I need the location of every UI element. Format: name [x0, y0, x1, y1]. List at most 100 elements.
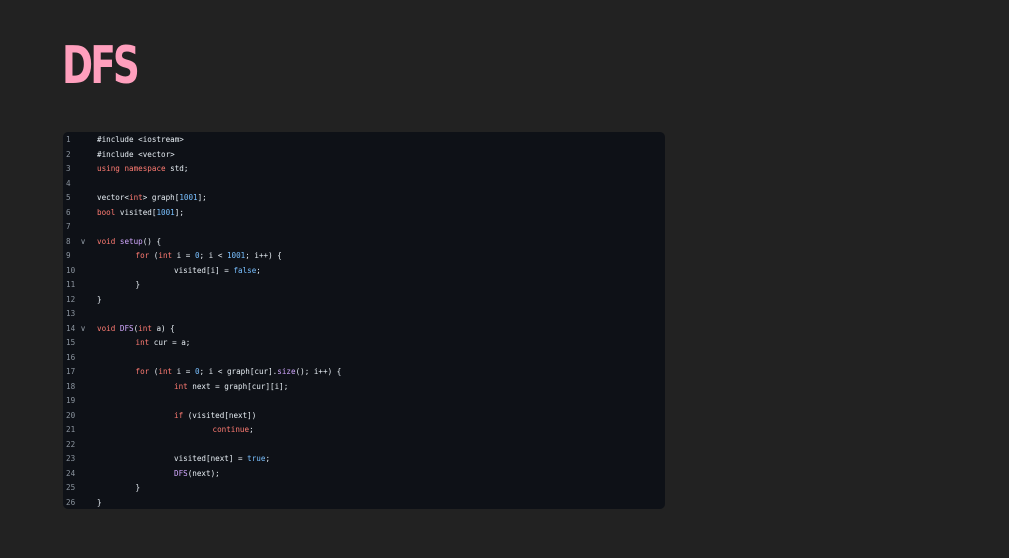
code-text: } [97, 293, 657, 308]
line-number: 4 [66, 178, 71, 188]
line-number: 13 [66, 309, 76, 319]
code-token-keyword: for [135, 367, 150, 377]
code-token-keyword: if [174, 410, 184, 420]
line-number: 12 [66, 294, 76, 304]
code-token-plain: #include <iostream> [97, 135, 184, 144]
code-line: 25} [63, 481, 665, 496]
line-number: 22 [66, 439, 76, 449]
code-token-plain: #include <vector> [97, 149, 175, 159]
code-text: for (int i = 0; i < graph[cur].size(); i… [97, 365, 657, 380]
code-line: 2 #include <vector> [63, 148, 665, 163]
code-token-plain: ; i < graph[cur]. [199, 367, 278, 377]
code-token-plain: visited[ [115, 207, 157, 217]
code-token-plain: ; [256, 265, 261, 275]
line-number: 9 [66, 251, 71, 261]
line-number: 1 [66, 135, 71, 144]
code-line: 8 ∨ void setup() { [63, 235, 665, 250]
code-token-plain: next = graph[cur][i]; [187, 381, 289, 391]
code-line: 6 bool visited[1001]; [63, 206, 665, 221]
code-token-plain: ( [149, 251, 159, 261]
fold-chevron-icon[interactable]: ∨ [79, 322, 87, 337]
code-token-func: DFS [119, 323, 134, 333]
code-line: 12} [63, 293, 665, 308]
code-lines: 1 #include <iostream> 2 #include <vector> 3 u… [63, 133, 665, 509]
code-token-plain: } [97, 294, 102, 304]
code-text: DFS(next); [97, 467, 657, 482]
code-text: #include <iostream> [97, 133, 657, 148]
line-number: 14 [66, 323, 76, 333]
code-text: #include <vector> [97, 148, 657, 163]
code-token-number: 1001 [226, 251, 246, 261]
code-token-plain: i = [172, 367, 195, 377]
line-number: 17 [66, 367, 76, 377]
code-token-keyword: int [138, 323, 152, 333]
code-text: bool visited[1001]; [97, 206, 657, 221]
line-number: 24 [66, 468, 76, 478]
line-number: 7 [66, 222, 71, 232]
line-number: 10 [66, 265, 76, 275]
code-token-keyword: int [129, 193, 143, 203]
code-line: 24 DFS(next); [63, 467, 665, 482]
code-token-plain: (); i++) { [295, 367, 342, 377]
line-number: 26 [66, 497, 76, 507]
code-line: 26} [63, 496, 665, 509]
line-number: 11 [66, 280, 76, 290]
slide-title: DFS [62, 36, 140, 96]
code-token-plain: ; [265, 454, 271, 464]
code-token-keyword: int [174, 381, 188, 391]
code-text: visited[i] = false; [97, 264, 657, 279]
code-token-plain: () { [142, 236, 162, 246]
code-token-plain: ; i++) { [245, 251, 282, 261]
code-token-number: true [247, 454, 266, 464]
code-text: void setup() { [97, 235, 657, 250]
code-token-keyword: for [135, 251, 150, 261]
code-line: 10 visited[i] = false; [63, 264, 665, 279]
code-token-plain: ; i < [199, 251, 227, 261]
code-token-plain: (visited[next]) [183, 410, 257, 420]
line-number: 25 [66, 483, 76, 493]
line-number: 19 [66, 396, 76, 406]
fold-chevron-icon[interactable]: ∨ [79, 235, 87, 250]
code-token-plain: std; [165, 164, 189, 174]
code-line: 15 int cur = a; [63, 336, 665, 351]
code-token-func: DFS [174, 468, 188, 478]
code-token-keyword: void [97, 236, 116, 246]
code-token-plain: visited[i] = [174, 265, 234, 275]
code-token-keyword: continue [212, 425, 250, 435]
code-text: continue; [97, 423, 657, 438]
code-token-plain: ; [249, 425, 254, 435]
line-number: 8 [66, 236, 71, 246]
code-token-plain: cur = a; [149, 338, 191, 348]
code-text: } [97, 496, 657, 509]
code-line: 7 [63, 220, 665, 235]
code-line: 16 [63, 351, 665, 366]
code-token-keyword: void [97, 323, 116, 333]
code-line: 4 [63, 177, 665, 192]
code-token-plain: (next); [187, 468, 220, 478]
code-token-plain: a) { [151, 323, 175, 333]
line-number: 20 [66, 410, 76, 420]
code-line: 11} [63, 278, 665, 293]
code-token-keyword: using [97, 164, 120, 174]
line-number: 2 [66, 149, 71, 159]
code-text: int next = graph[cur][i]; [97, 380, 657, 395]
code-line: 20 if (visited[next]) [63, 409, 665, 424]
code-token-plain: i = [172, 251, 195, 261]
code-line: 23 visited[next] = true; [63, 452, 665, 467]
code-line: 9 for (int i = 0; i < 1001; i++) { [63, 249, 665, 264]
line-number: 5 [66, 193, 71, 203]
code-token-number: false [233, 265, 257, 275]
code-text: for (int i = 0; i < 1001; i++) { [97, 249, 657, 264]
code-line: 1 #include <iostream> [63, 133, 665, 148]
code-line: 14 ∨ void DFS(int a) { [63, 322, 665, 337]
code-line: 22 [63, 438, 665, 453]
code-token-keyword: int [135, 338, 150, 348]
line-number: 15 [66, 338, 76, 348]
code-block: 1 #include <iostream> 2 #include <vector> 3 u… [63, 132, 665, 509]
code-token-number: 1001 [156, 207, 175, 217]
code-token-plain: ]; [197, 193, 207, 203]
code-text: using namespace std; [97, 162, 657, 177]
code-token-plain: > graph[ [142, 193, 180, 203]
code-line: 17 for (int i = 0; i < graph[cur].size();… [63, 365, 665, 380]
code-text: vector<int> graph[1001]; [97, 191, 657, 206]
